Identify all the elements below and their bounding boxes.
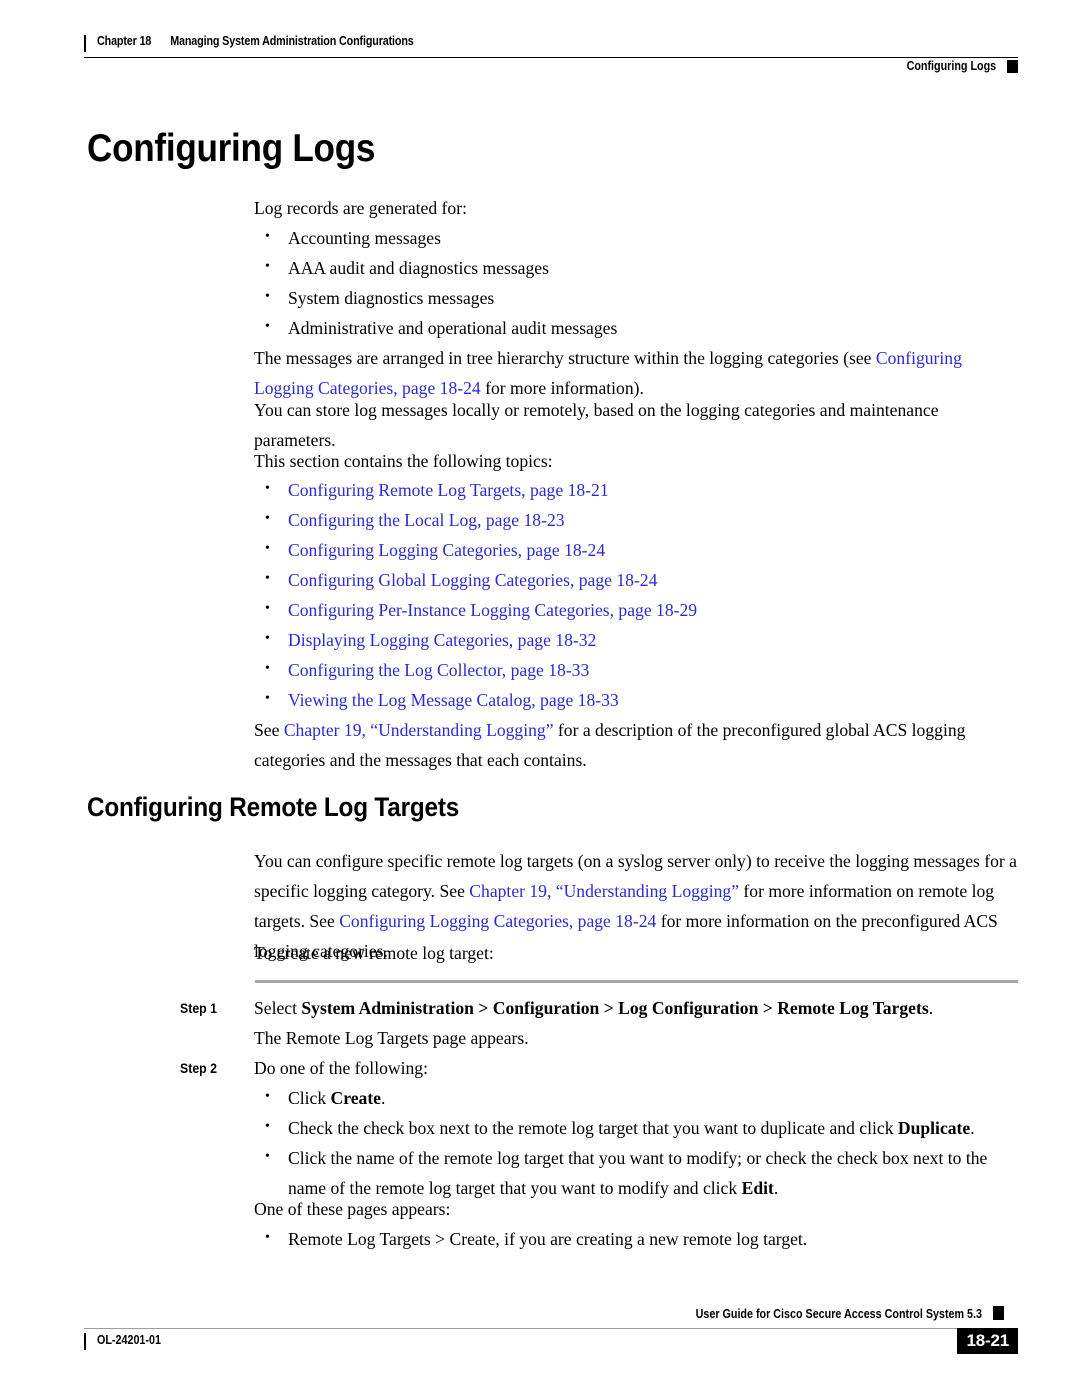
bullet-list: Remote Log Targets > Create, if you are …	[254, 1223, 1018, 1254]
step-2-label: Step 2	[180, 1060, 217, 1076]
step-2-bullet-list: Click Create. Check the check box next t…	[254, 1082, 1018, 1203]
link-configuring-remote-log-targets[interactable]: Configuring Remote Log Targets, page 18-…	[288, 480, 609, 500]
step-1-menu-path: System Administration > Configuration > …	[301, 998, 929, 1018]
list-item[interactable]: Configuring the Local Log, page 18-23	[254, 504, 1018, 535]
running-header: Chapter 18 Managing System Administration…	[84, 33, 1018, 73]
link-configuring-per-instance-logging-categories[interactable]: Configuring Per-Instance Logging Categor…	[288, 600, 697, 620]
intro-lead-paragraph: Log records are generated for:	[254, 193, 1018, 223]
bullet-text-before: Check the check box next to the remote l…	[288, 1118, 898, 1138]
tree-hierarchy-paragraph: The messages are arranged in tree hierar…	[254, 343, 1018, 403]
bullet-list: Click Create. Check the check box next t…	[254, 1082, 1018, 1203]
intro-bullet-list: Accounting messages AAA audit and diagno…	[254, 222, 1018, 343]
step-2-result-text: One of these pages appears:	[254, 1199, 451, 1219]
bullet-list: Accounting messages AAA audit and diagno…	[254, 222, 1018, 343]
topics-lead-paragraph: This section contains the following topi…	[254, 446, 1018, 476]
footer-rule	[84, 1328, 1003, 1330]
step-1-result-text: The Remote Log Targets page appears.	[254, 1028, 529, 1048]
footer-guide-title: User Guide for Cisco Secure Access Contr…	[695, 1307, 982, 1321]
list-item[interactable]: Configuring Per-Instance Logging Categor…	[254, 594, 1018, 625]
text-before-link: The messages are arranged in tree hierar…	[254, 348, 876, 368]
see-chapter19-paragraph: See Chapter 19, “Understanding Logging” …	[254, 715, 1018, 775]
create-button-name: Create	[330, 1088, 381, 1108]
footer-square-marker	[993, 1306, 1004, 1320]
running-footer: User Guide for Cisco Secure Access Contr…	[84, 1306, 1018, 1362]
link-chapter-19-understanding-logging[interactable]: Chapter 19, “Understanding Logging”	[469, 881, 739, 901]
topics-lead-text: This section contains the following topi…	[254, 451, 553, 471]
link-configuring-the-log-collector[interactable]: Configuring the Log Collector, page 18-3…	[288, 660, 589, 680]
footer-page-number: 18-21	[956, 1328, 1018, 1354]
list-item[interactable]: Configuring the Log Collector, page 18-3…	[254, 654, 1018, 685]
link-configuring-global-logging-categories[interactable]: Configuring Global Logging Categories, p…	[288, 570, 657, 590]
list-item: Administrative and operational audit mes…	[254, 312, 1018, 343]
list-item: Accounting messages	[254, 222, 1018, 253]
bullet-list: Configuring Remote Log Targets, page 18-…	[254, 474, 1018, 715]
section-title: Configuring Remote Log Targets	[87, 792, 460, 822]
list-item: Click Create.	[254, 1082, 1018, 1113]
create-target-lead: To create a new remote log target:	[254, 938, 1018, 968]
list-item: Check the check box next to the remote l…	[254, 1112, 1018, 1143]
link-configuring-logging-categories[interactable]: Configuring Logging Categories, page 18-…	[339, 911, 656, 931]
step-1-label: Step 1	[180, 1000, 217, 1016]
step-2-result-lead: One of these pages appears:	[254, 1194, 1018, 1224]
footer-doc-id: OL-24201-01	[97, 1333, 161, 1347]
bullet-text-after: .	[381, 1088, 386, 1108]
step-2-result-list: Remote Log Targets > Create, if you are …	[254, 1223, 1018, 1254]
text-before-link: See	[254, 720, 284, 740]
document-page: Chapter 18 Managing System Administration…	[0, 0, 1080, 1397]
tree-hierarchy-text: The messages are arranged in tree hierar…	[254, 343, 1018, 403]
link-configuring-the-local-log[interactable]: Configuring the Local Log, page 18-23	[288, 510, 565, 530]
list-item: AAA audit and diagnostics messages	[254, 252, 1018, 283]
create-target-text: To create a new remote log target:	[254, 943, 494, 963]
bullet-text-after: .	[970, 1118, 975, 1138]
list-item: System diagnostics messages	[254, 282, 1018, 313]
footer-tick-mark	[84, 1333, 86, 1350]
header-chapter-title: Managing System Administration Configura…	[170, 34, 414, 48]
step-1-text-before: Select	[254, 998, 302, 1018]
list-item[interactable]: Configuring Global Logging Categories, p…	[254, 564, 1018, 595]
link-viewing-the-log-message-catalog[interactable]: Viewing the Log Message Catalog, page 18…	[288, 690, 619, 710]
link-displaying-logging-categories[interactable]: Displaying Logging Categories, page 18-3…	[288, 630, 596, 650]
bullet-text-before: Click the name of the remote log target …	[288, 1148, 988, 1198]
duplicate-button-name: Duplicate	[897, 1118, 971, 1138]
list-item[interactable]: Configuring Remote Log Targets, page 18-…	[254, 474, 1018, 505]
list-item[interactable]: Viewing the Log Message Catalog, page 18…	[254, 684, 1018, 715]
list-item[interactable]: Configuring Logging Categories, page 18-…	[254, 534, 1018, 565]
bullet-text-before: Click	[288, 1088, 331, 1108]
intro-lead-text: Log records are generated for:	[254, 198, 467, 218]
see-chapter19-text: See Chapter 19, “Understanding Logging” …	[254, 715, 1018, 775]
list-item[interactable]: Displaying Logging Categories, page 18-3…	[254, 624, 1018, 655]
step-section-divider	[255, 980, 1018, 983]
header-chapter-number: Chapter 18	[97, 34, 152, 48]
header-section-title: Configuring Logs	[906, 59, 996, 73]
page-title: Configuring Logs	[87, 127, 376, 170]
list-item: Remote Log Targets > Create, if you are …	[254, 1223, 1018, 1254]
step-2-body: Do one of the following:	[254, 1058, 428, 1078]
topic-links-list: Configuring Remote Log Targets, page 18-…	[254, 474, 1018, 715]
step-1-body: Select System Administration > Configura…	[254, 993, 1018, 1023]
step-1-text-after: .	[928, 998, 934, 1018]
header-square-marker	[1007, 60, 1018, 73]
header-rule	[84, 57, 1018, 59]
link-configuring-logging-categories[interactable]: Configuring Logging Categories, page 18-…	[288, 540, 605, 560]
link-chapter-19-understanding-logging[interactable]: Chapter 19, “Understanding Logging”	[284, 720, 554, 740]
header-chapter-line: Chapter 18 Managing System Administration…	[97, 33, 414, 50]
header-tick-mark	[84, 35, 86, 52]
